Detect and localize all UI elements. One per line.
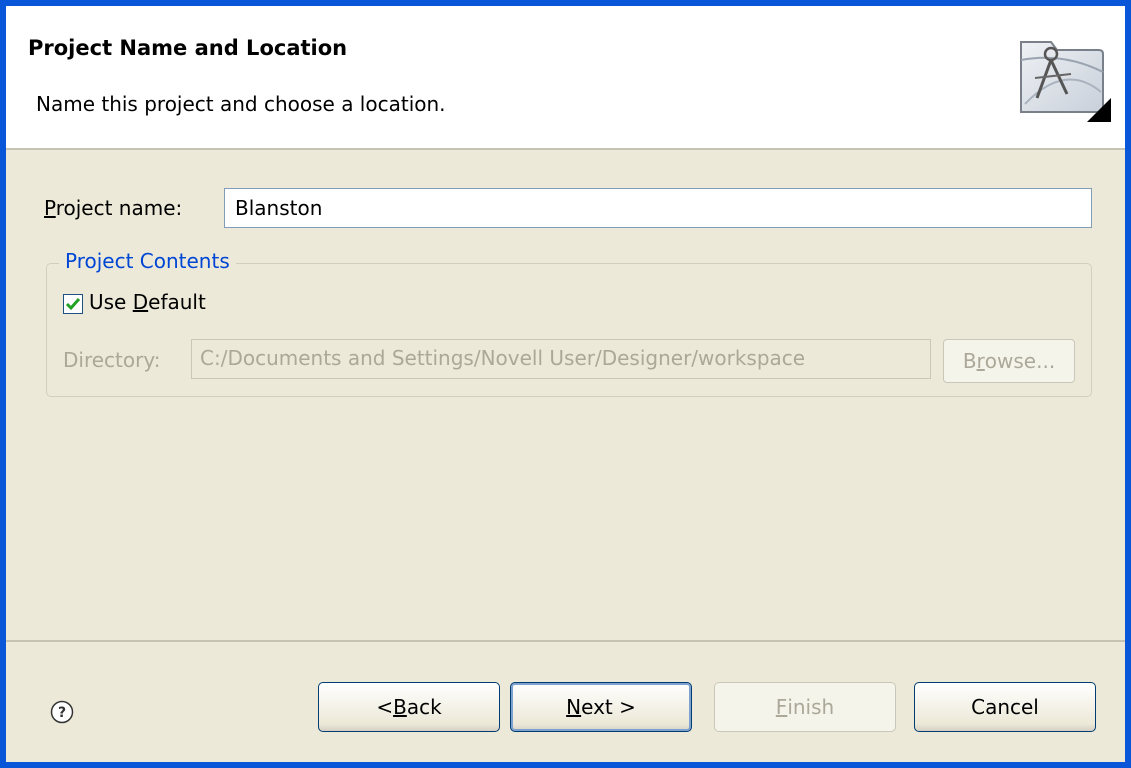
- project-name-label-text: roject name:: [55, 196, 183, 220]
- wizard-project-icon: [1020, 41, 1111, 122]
- project-name-input[interactable]: [224, 188, 1092, 228]
- svg-text:?: ?: [58, 705, 66, 721]
- use-default-label-mnemonic: D: [132, 290, 149, 314]
- checkmark-icon: [65, 298, 81, 311]
- browse-label-mnemonic: r: [976, 349, 985, 373]
- browse-label-prefix: B: [962, 349, 977, 373]
- finish-button: Finish: [714, 682, 896, 732]
- wizard-body: Project name: Project Contents Use Defau…: [6, 150, 1125, 642]
- next-label-rest: ext >: [581, 695, 636, 719]
- directory-label: Directory:: [63, 348, 161, 372]
- wizard-footer: ? < Back Next > Finish Cancel: [6, 640, 1125, 762]
- cancel-button[interactable]: Cancel: [914, 682, 1096, 732]
- finish-label-mnemonic: F: [775, 695, 788, 719]
- use-default-label-prefix: Use: [89, 290, 133, 314]
- back-button[interactable]: < Back: [318, 682, 500, 732]
- project-name-label-mnemonic: P: [44, 196, 56, 220]
- back-label-rest: ack: [406, 695, 442, 719]
- use-default-label-rest: efault: [148, 290, 206, 314]
- help-icon[interactable]: ?: [50, 700, 74, 724]
- cancel-label: Cancel: [971, 695, 1039, 719]
- project-name-label: Project name:: [44, 196, 182, 220]
- browse-label-rest: owse...: [984, 349, 1056, 373]
- next-button[interactable]: Next >: [510, 682, 692, 732]
- finish-label-rest: inish: [787, 695, 835, 719]
- project-contents-group: Project Contents Use Default Directory: …: [46, 249, 1092, 397]
- browse-button: Br owse...: [943, 339, 1075, 383]
- back-label-prefix: <: [376, 695, 394, 719]
- wizard-window: Project Name and Location Name this proj…: [0, 0, 1131, 768]
- page-title: Project Name and Location: [28, 36, 348, 60]
- next-label-mnemonic: N: [566, 695, 582, 719]
- page-description: Name this project and choose a location.: [36, 92, 446, 116]
- use-default-label[interactable]: Use Default: [89, 290, 206, 314]
- wizard-header: Project Name and Location Name this proj…: [6, 6, 1125, 150]
- back-label-mnemonic: B: [393, 695, 407, 719]
- use-default-checkbox[interactable]: [63, 294, 83, 314]
- project-contents-title: Project Contents: [59, 249, 236, 273]
- directory-input: C:/Documents and Settings/Novell User/De…: [191, 339, 931, 379]
